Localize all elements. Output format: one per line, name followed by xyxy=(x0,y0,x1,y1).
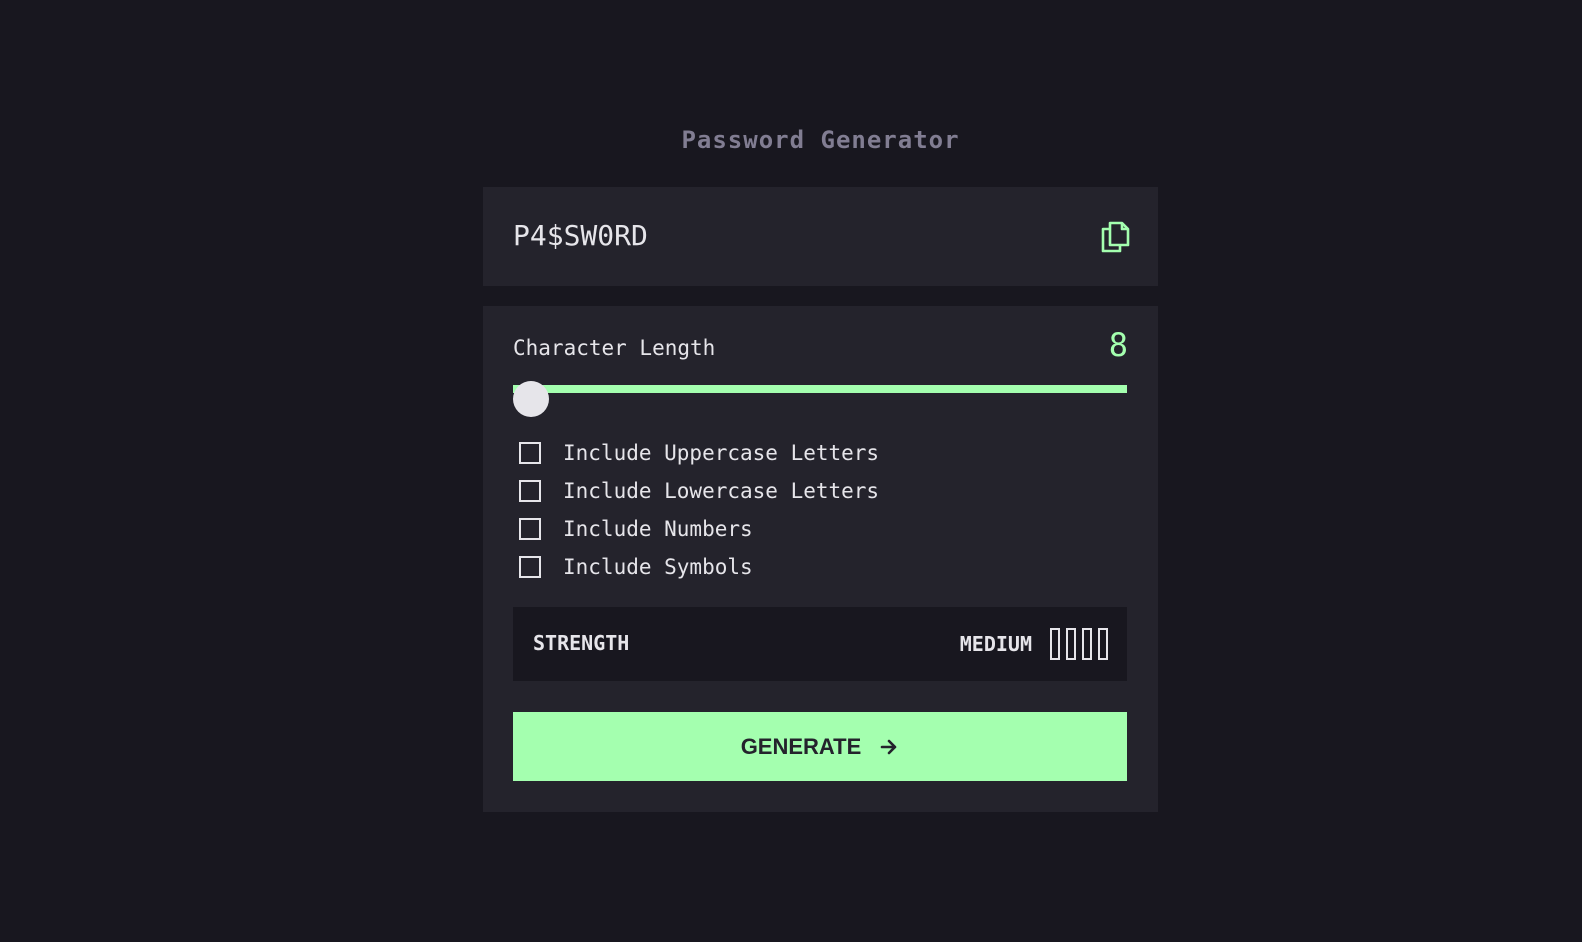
copy-button[interactable] xyxy=(1100,221,1130,253)
strength-meter: STRENGTH MEDIUM xyxy=(513,607,1127,681)
options-list: Include Uppercase Letters Include Lowerc… xyxy=(519,434,879,586)
strength-indicator: MEDIUM xyxy=(960,626,1108,662)
character-length-label: Character Length xyxy=(513,336,716,360)
option-uppercase[interactable]: Include Uppercase Letters xyxy=(519,434,879,472)
copy-icon xyxy=(1101,221,1130,253)
generate-button[interactable]: GENERATE xyxy=(513,712,1127,781)
strength-bar-3 xyxy=(1082,628,1092,660)
character-length-value: 8 xyxy=(1108,326,1128,364)
strength-bar-1 xyxy=(1050,628,1060,660)
strength-bar-4 xyxy=(1098,628,1108,660)
symbols-checkbox[interactable] xyxy=(519,556,541,578)
option-label: Include Numbers xyxy=(563,517,753,541)
strength-label: STRENGTH xyxy=(533,631,630,655)
character-length-slider[interactable] xyxy=(513,375,1127,417)
page-title: Password Generator xyxy=(681,126,960,154)
password-output-panel: P4$SW0RD xyxy=(483,187,1158,286)
option-numbers[interactable]: Include Numbers xyxy=(519,510,879,548)
option-symbols[interactable]: Include Symbols xyxy=(519,548,879,586)
lowercase-checkbox[interactable] xyxy=(519,480,541,502)
option-label: Include Lowercase Letters xyxy=(563,479,880,503)
uppercase-checkbox[interactable] xyxy=(519,442,541,464)
generate-label: GENERATE xyxy=(740,733,862,759)
strength-bar-2 xyxy=(1066,628,1076,660)
option-label: Include Uppercase Letters xyxy=(563,441,880,465)
slider-track xyxy=(513,381,1127,417)
option-lowercase[interactable]: Include Lowercase Letters xyxy=(519,472,879,510)
settings-panel: Character Length 8 Include Uppercase Let… xyxy=(483,306,1158,812)
option-label: Include Symbols xyxy=(563,555,753,579)
numbers-checkbox[interactable] xyxy=(519,518,541,540)
slider-thumb[interactable] xyxy=(513,381,550,417)
strength-level: MEDIUM xyxy=(959,632,1032,656)
slider-fill xyxy=(513,385,1127,393)
password-value[interactable]: P4$SW0RD xyxy=(513,217,648,255)
arrow-right-icon xyxy=(880,739,897,754)
